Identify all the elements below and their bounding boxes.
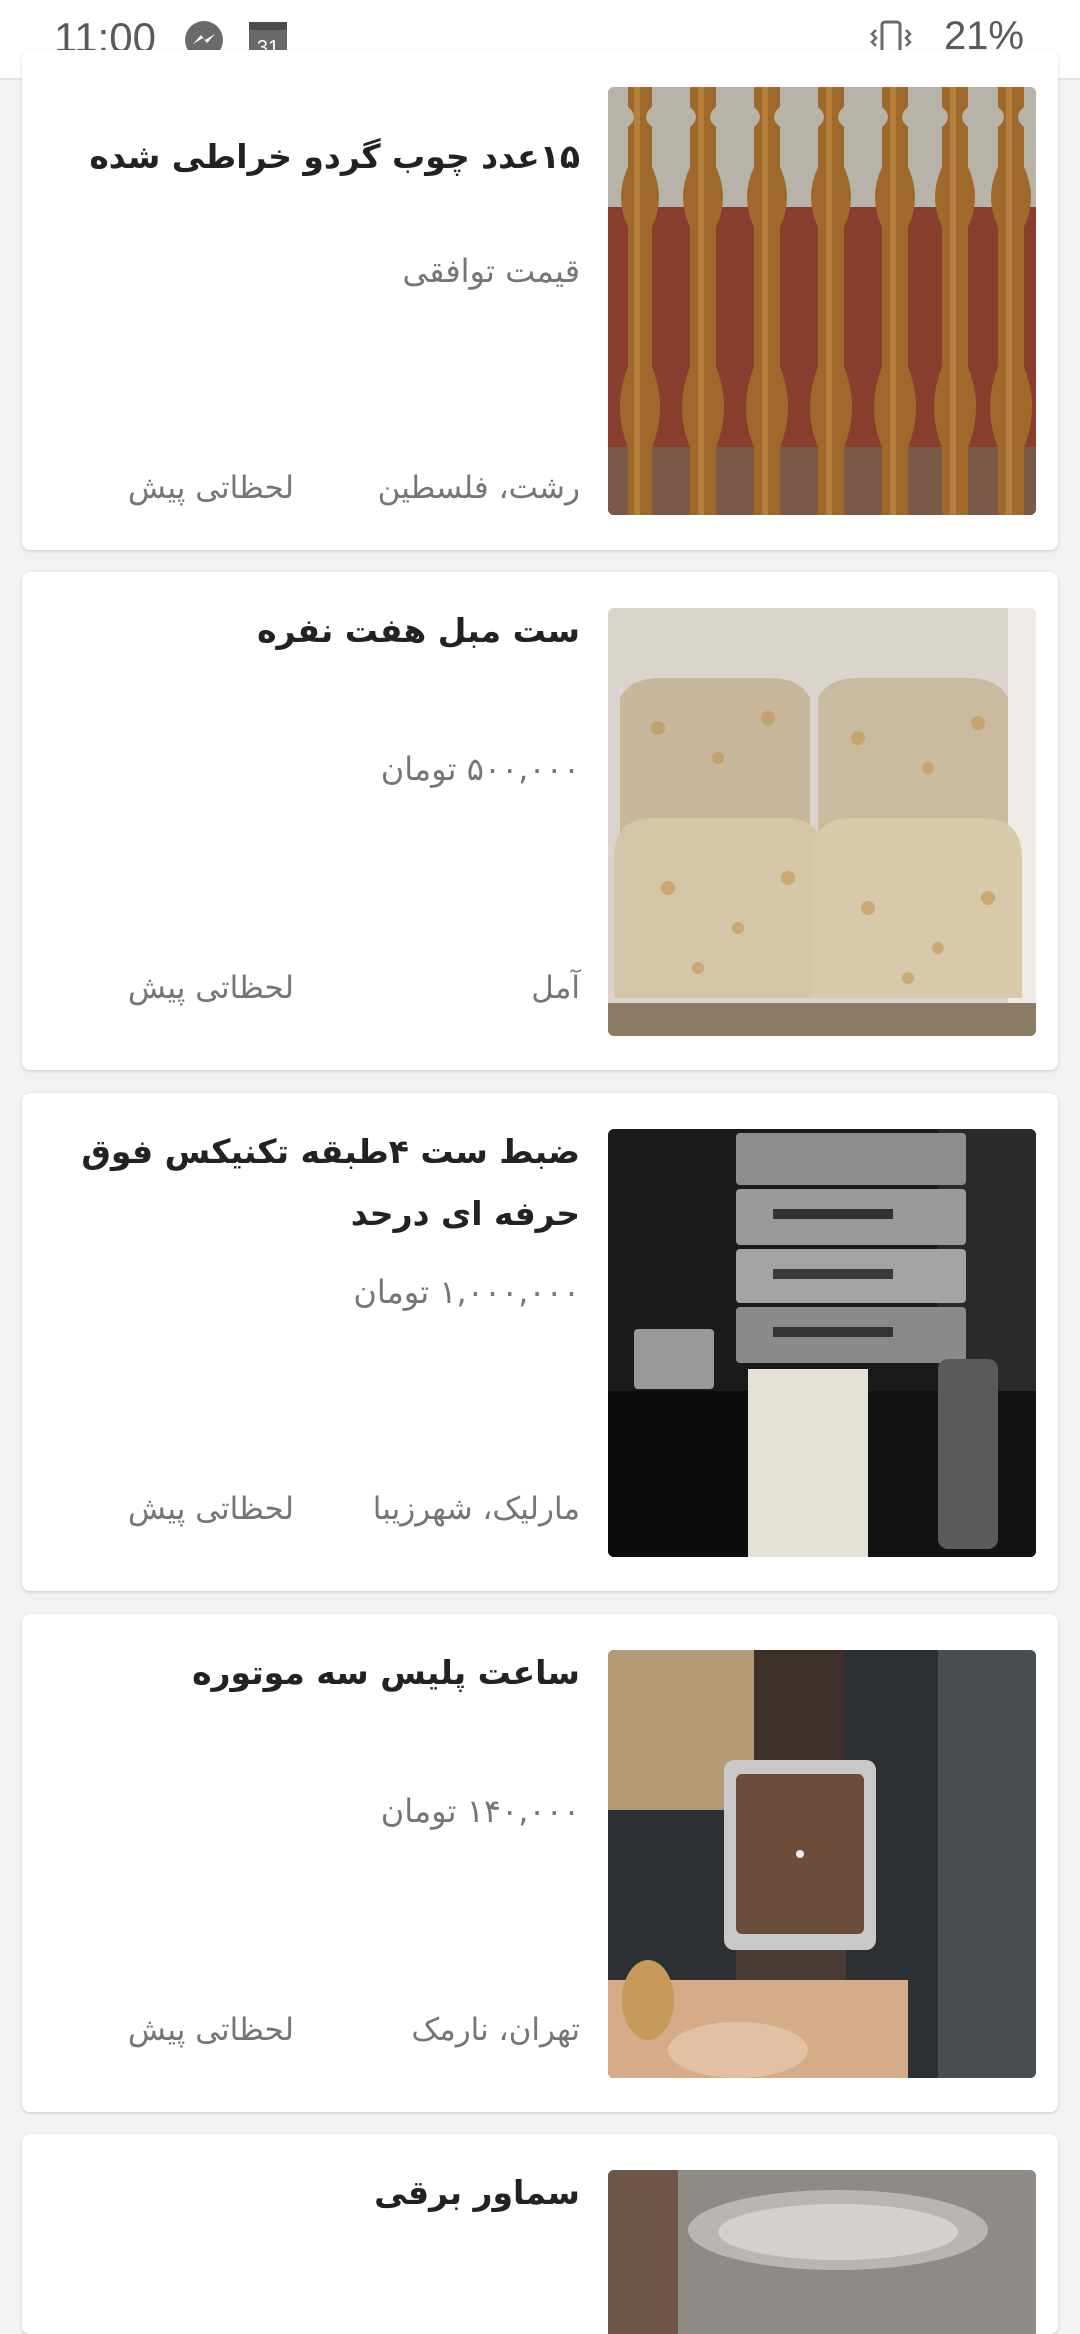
ad-card[interactable]: ۱۵عدد چوب گردو خراطی شده قیمت توافقی رشت… xyxy=(22,50,1058,550)
ad-price: ۱,۰۰۰,۰۰۰ تومان xyxy=(353,1273,580,1311)
ad-image-wristwatch xyxy=(608,1650,1036,2078)
ad-card[interactable]: ساعت پلیس سه موتوره ۱۴۰,۰۰۰ تومان تهران،… xyxy=(22,1614,1058,2112)
ad-price: ۵۰۰,۰۰۰ تومان xyxy=(380,750,580,788)
ad-time: لحظاتی پیش xyxy=(127,470,294,506)
ad-title: ۱۵عدد چوب گردو خراطی شده xyxy=(89,137,580,176)
ad-card[interactable]: ست مبل هفت نفره ۵۰۰,۰۰۰ تومان آمل لحظاتی… xyxy=(22,572,1058,1070)
ad-time: لحظاتی پیش xyxy=(127,1491,294,1527)
ad-location: رشت، فلسطین xyxy=(377,470,580,506)
ad-price: قیمت توافقی xyxy=(402,252,580,290)
ad-image-electric-samovar xyxy=(608,2170,1036,2334)
ad-card[interactable]: سماور برقی xyxy=(22,2134,1058,2334)
ad-title: ساعت پلیس سه موتوره xyxy=(192,1653,580,1692)
ad-card[interactable]: ضبط ست ۴طبقه تکنیکس فوق حرفه ای درحد ۱,۰… xyxy=(22,1093,1058,1591)
ad-time: لحظاتی پیش xyxy=(127,2012,294,2048)
ad-location: آمل xyxy=(531,970,580,1006)
ad-image-stereo-system xyxy=(608,1129,1036,1557)
ad-title: سماور برقی xyxy=(374,2173,580,2212)
ad-title: ضبط ست ۴طبقه تکنیکس فوق حرفه ای درحد xyxy=(81,1132,580,1233)
ad-image-sofa-set xyxy=(608,608,1036,1036)
ad-title: ست مبل هفت نفره xyxy=(257,611,580,650)
ad-location: مارلیک، شهرزیبا xyxy=(372,1491,580,1527)
ad-time: لحظاتی پیش xyxy=(127,970,294,1006)
ad-price: ۱۴۰,۰۰۰ تومان xyxy=(380,1792,580,1830)
ad-image-wooden-balusters xyxy=(608,87,1036,515)
ad-location: تهران، نارمک xyxy=(411,2012,580,2048)
